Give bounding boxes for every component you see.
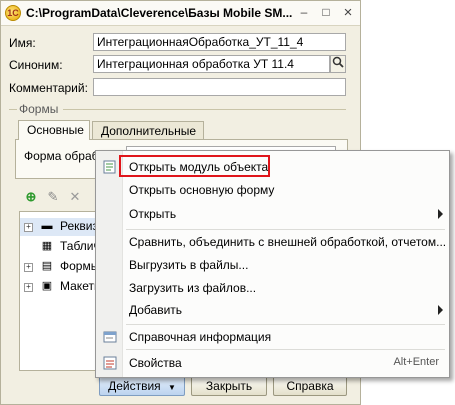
template-icon: ▣ <box>41 280 53 292</box>
tree-item-templates[interactable]: + ▣ Макеты <box>20 278 98 296</box>
tree-item-label: Реквизиты <box>60 219 98 233</box>
menu-item-add[interactable]: Добавить <box>96 299 449 321</box>
close-button[interactable]: Закрыть <box>191 376 267 396</box>
synonym-label: Синоним: <box>9 58 63 72</box>
menu-item-label: Загрузить из файлов... <box>129 281 257 295</box>
highlight-box <box>119 155 270 177</box>
app-logo-icon: 1С <box>5 5 21 21</box>
menu-item-compare-merge[interactable]: Сравнить, объединить с внешней обработко… <box>96 231 449 253</box>
maximize-icon[interactable]: □ <box>317 4 335 21</box>
menu-item-shortcut: Alt+Enter <box>393 356 439 368</box>
context-menu: Открыть модуль объекта Открыть основную … <box>95 150 450 378</box>
comment-field[interactable] <box>93 78 346 96</box>
menu-item-label: Справочная информация <box>129 330 272 344</box>
structure-tree[interactable]: + ▬ Реквизиты ▦ Табличные части + ▤ Форм… <box>19 211 99 371</box>
module-icon <box>102 159 118 175</box>
delete-icon[interactable]: ✕ <box>67 189 83 205</box>
properties-icon <box>102 355 118 371</box>
actions-label: Действия <box>108 379 161 393</box>
actions-button[interactable]: Действия ▼ <box>99 376 185 396</box>
menu-item-label: Свойства <box>129 356 182 370</box>
menu-item-import-from-files[interactable]: Загрузить из файлов... <box>96 277 449 299</box>
menu-item-properties[interactable]: Свойства Alt+Enter <box>96 352 449 374</box>
tree-item-tabular-sections[interactable]: ▦ Табличные части <box>20 238 98 256</box>
menu-item-label: Открыть основную форму <box>129 183 275 197</box>
synonym-field[interactable]: Интеграционная обработка УТ 11.4 <box>93 55 330 73</box>
tab-main[interactable]: Основные <box>18 120 90 140</box>
menu-item-reference-info[interactable]: Справочная информация <box>96 326 449 348</box>
table-icon: ▦ <box>41 240 53 252</box>
menu-item-open-main-form[interactable]: Открыть основную форму <box>96 179 449 201</box>
group-line-left <box>9 109 17 110</box>
minus-icon: ▬ <box>41 220 53 232</box>
window-title: C:\ProgramData\Cleverence\Базы Mobile SM… <box>26 6 293 20</box>
tree-item-label: Макеты <box>60 279 99 293</box>
expand-icon[interactable]: + <box>24 223 33 232</box>
add-icon[interactable]: ⊕ <box>23 189 39 205</box>
menu-separator <box>126 229 445 230</box>
menu-item-label: Открыть <box>129 207 177 221</box>
comment-label: Комментарий: <box>9 81 88 95</box>
submenu-arrow-icon <box>438 209 443 219</box>
dropdown-arrow-icon: ▼ <box>168 383 176 392</box>
title-bar: 1С C:\ProgramData\Cleverence\Базы Mobile… <box>1 1 360 26</box>
search-icon[interactable] <box>330 55 346 73</box>
group-line-right <box>63 109 346 110</box>
expand-icon[interactable]: + <box>24 263 33 272</box>
menu-separator <box>126 324 445 325</box>
tree-item-attributes[interactable]: + ▬ Реквизиты <box>20 218 98 236</box>
help-icon <box>102 329 118 345</box>
help-button[interactable]: Справка <box>273 376 347 396</box>
menu-item-export-to-files[interactable]: Выгрузить в файлы... <box>96 254 449 276</box>
name-label: Имя: <box>9 36 36 50</box>
close-icon[interactable]: × <box>339 4 357 21</box>
name-field[interactable]: ИнтеграционнаяОбработка_УТ_11_4 <box>93 33 346 51</box>
tab-additional[interactable]: Дополнительные <box>92 121 204 141</box>
tree-item-label: Формы <box>60 259 99 273</box>
tree-item-forms[interactable]: + ▤ Формы <box>20 258 98 276</box>
minimize-icon[interactable]: – <box>295 4 313 21</box>
forms-group-title: Формы <box>19 102 59 116</box>
menu-item-label: Выгрузить в файлы... <box>129 258 249 272</box>
menu-item-open[interactable]: Открыть <box>96 203 449 225</box>
form-icon: ▤ <box>41 260 53 272</box>
submenu-arrow-icon <box>438 305 443 315</box>
expand-icon[interactable]: + <box>24 283 33 292</box>
tree-item-label: Табличные части <box>60 239 99 253</box>
menu-item-label: Сравнить, объединить с внешней обработко… <box>129 235 447 249</box>
menu-separator <box>126 349 445 350</box>
menu-item-label: Добавить <box>129 303 183 317</box>
edit-icon[interactable]: ✎ <box>45 189 61 205</box>
